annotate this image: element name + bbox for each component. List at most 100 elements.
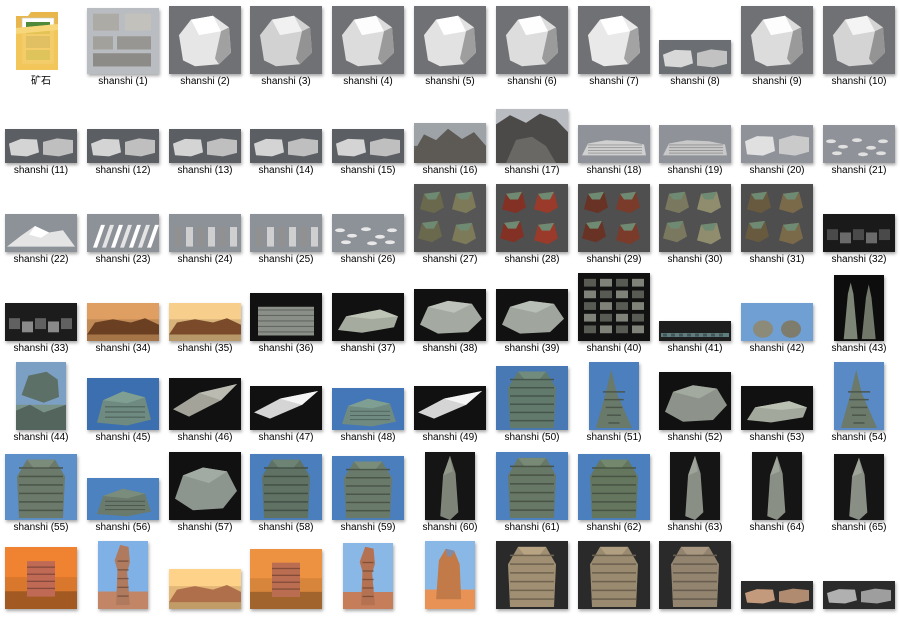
file-item[interactable]: shanshi (38)	[409, 267, 491, 355]
file-label: shanshi (18)	[586, 165, 642, 176]
file-item[interactable]: shanshi (52)	[654, 356, 736, 444]
file-item[interactable]	[0, 535, 82, 623]
file-item[interactable]: shanshi (62)	[573, 446, 655, 534]
file-item[interactable]: shanshi (48)	[327, 356, 409, 444]
file-item[interactable]: shanshi (41)	[654, 267, 736, 355]
file-item[interactable]: shanshi (22)	[0, 178, 82, 266]
file-item[interactable]: shanshi (50)	[491, 356, 573, 444]
thumbnail-frame	[250, 271, 322, 341]
file-item[interactable]: shanshi (5)	[409, 0, 491, 88]
thumbnail-image	[425, 548, 475, 609]
thumbnail-image	[590, 459, 638, 519]
thumbnail-image	[93, 224, 159, 248]
file-item[interactable]: shanshi (47)	[245, 356, 327, 444]
image-thumbnail	[823, 6, 895, 74]
file-item[interactable]: shanshi (11)	[0, 89, 82, 177]
file-item[interactable]: shanshi (57)	[164, 446, 246, 534]
file-label: shanshi (28)	[504, 254, 560, 265]
file-item[interactable]: shanshi (8)	[654, 0, 736, 88]
file-item[interactable]: shanshi (14)	[245, 89, 327, 177]
file-item[interactable]: shanshi (6)	[491, 0, 573, 88]
file-item[interactable]: shanshi (10)	[818, 0, 900, 88]
file-item[interactable]: shanshi (29)	[573, 178, 655, 266]
file-item[interactable]: shanshi (60)	[409, 446, 491, 534]
file-item[interactable]	[654, 535, 736, 623]
file-item[interactable]: shanshi (21)	[818, 89, 900, 177]
file-label: shanshi (43)	[831, 343, 887, 354]
file-item[interactable]: shanshi (19)	[654, 89, 736, 177]
file-item[interactable]: shanshi (13)	[164, 89, 246, 177]
file-item[interactable]: shanshi (64)	[736, 446, 818, 534]
file-label: shanshi (10)	[831, 76, 887, 87]
image-thumbnail	[250, 214, 322, 252]
thumbnail-image	[843, 282, 876, 340]
file-item[interactable]: shanshi (46)	[164, 356, 246, 444]
thumbnail-image	[663, 140, 727, 156]
file-item[interactable]: shanshi (4)	[327, 0, 409, 88]
folder-item[interactable]: 矿石	[0, 0, 82, 88]
file-item[interactable]: shanshi (45)	[82, 356, 164, 444]
file-item[interactable]: shanshi (23)	[82, 178, 164, 266]
file-item[interactable]: shanshi (34)	[82, 267, 164, 355]
file-item[interactable]: shanshi (28)	[491, 178, 573, 266]
file-item[interactable]	[491, 535, 573, 623]
thumbnail-frame	[496, 271, 568, 341]
file-item[interactable]: shanshi (26)	[327, 178, 409, 266]
file-item[interactable]: shanshi (7)	[573, 0, 655, 88]
image-thumbnail	[5, 303, 77, 341]
file-item[interactable]: shanshi (44)	[0, 356, 82, 444]
file-item[interactable]: shanshi (56)	[82, 446, 164, 534]
file-item[interactable]: shanshi (61)	[491, 446, 573, 534]
file-item[interactable]: shanshi (1)	[82, 0, 164, 88]
file-item[interactable]: shanshi (15)	[327, 89, 409, 177]
file-item[interactable]	[82, 535, 164, 623]
file-item[interactable]: shanshi (58)	[245, 446, 327, 534]
file-item[interactable]: shanshi (25)	[245, 178, 327, 266]
image-thumbnail	[87, 303, 159, 341]
file-item[interactable]: shanshi (65)	[818, 446, 900, 534]
image-thumbnail	[741, 581, 813, 609]
file-item[interactable]: shanshi (55)	[0, 446, 82, 534]
file-item[interactable]	[818, 535, 900, 623]
image-thumbnail	[16, 362, 66, 430]
file-item[interactable]: shanshi (31)	[736, 178, 818, 266]
file-item[interactable]: shanshi (53)	[736, 356, 818, 444]
image-thumbnail	[87, 478, 159, 520]
file-item[interactable]: shanshi (49)	[409, 356, 491, 444]
file-item[interactable]: shanshi (35)	[164, 267, 246, 355]
file-item[interactable]: shanshi (43)	[818, 267, 900, 355]
file-item[interactable]: shanshi (12)	[82, 89, 164, 177]
file-item[interactable]: shanshi (51)	[573, 356, 655, 444]
file-item[interactable]: shanshi (33)	[0, 267, 82, 355]
file-item[interactable]: shanshi (30)	[654, 178, 736, 266]
file-item[interactable]: shanshi (9)	[736, 0, 818, 88]
file-item[interactable]: shanshi (63)	[654, 446, 736, 534]
file-item[interactable]: shanshi (32)	[818, 178, 900, 266]
file-item[interactable]: shanshi (16)	[409, 89, 491, 177]
file-item[interactable]: shanshi (36)	[245, 267, 327, 355]
file-item[interactable]: shanshi (27)	[409, 178, 491, 266]
file-item[interactable]	[164, 535, 246, 623]
file-item[interactable]	[409, 535, 491, 623]
file-item[interactable]: shanshi (54)	[818, 356, 900, 444]
file-label: shanshi (24)	[177, 254, 233, 265]
file-item[interactable]	[736, 535, 818, 623]
file-item[interactable]	[573, 535, 655, 623]
file-item[interactable]: shanshi (59)	[327, 446, 409, 534]
file-item[interactable]: shanshi (39)	[491, 267, 573, 355]
thumbnail-frame	[414, 450, 486, 520]
file-item[interactable]: shanshi (2)	[164, 0, 246, 88]
file-item[interactable]: shanshi (18)	[573, 89, 655, 177]
file-label: shanshi (17)	[504, 165, 560, 176]
image-thumbnail	[578, 184, 650, 252]
file-item[interactable]: shanshi (3)	[245, 0, 327, 88]
file-item[interactable]	[327, 535, 409, 623]
file-item[interactable]: shanshi (40)	[573, 267, 655, 355]
file-item[interactable]: shanshi (37)	[327, 267, 409, 355]
image-thumbnail	[496, 452, 568, 520]
file-item[interactable]: shanshi (42)	[736, 267, 818, 355]
file-item[interactable]	[245, 535, 327, 623]
file-item[interactable]: shanshi (24)	[164, 178, 246, 266]
file-item[interactable]: shanshi (20)	[736, 89, 818, 177]
file-item[interactable]: shanshi (17)	[491, 89, 573, 177]
